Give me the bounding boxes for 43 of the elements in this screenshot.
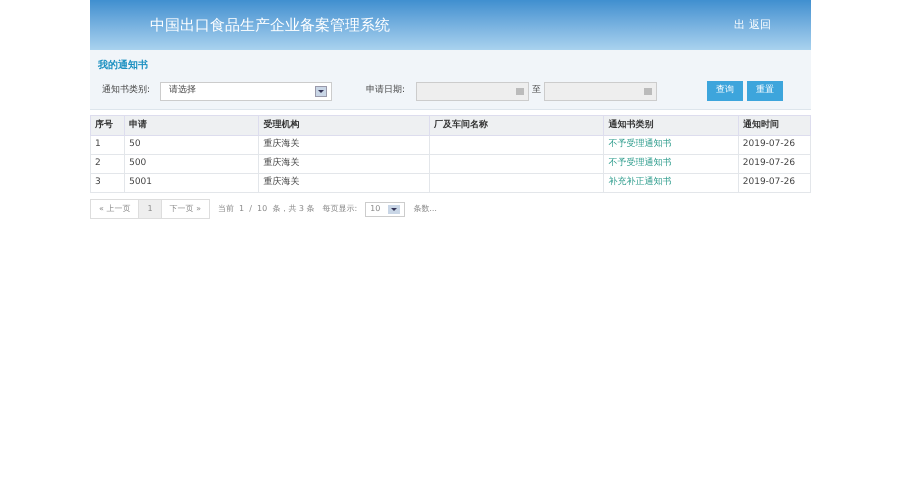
- table-cell: 3: [90, 174, 125, 192]
- date-label: 申请日期:: [366, 84, 406, 98]
- panel-title: 我的通知书: [98, 58, 149, 73]
- action-button[interactable]: 查询: [707, 81, 743, 101]
- column-header: 通知书类别: [604, 116, 738, 136]
- calendar-icon: [516, 88, 524, 94]
- per-page-select[interactable]: 10: [365, 202, 406, 216]
- table-cell: 2019-07-26: [738, 154, 810, 174]
- header-link[interactable]: 返回: [749, 16, 771, 34]
- table-cell[interactable]: 不予受理通知书: [604, 154, 738, 174]
- table-cell: 50: [124, 136, 259, 154]
- page-info: 当前 1 / 10 条，共 3 条: [218, 203, 314, 215]
- table-cell: 重庆海关: [258, 174, 430, 192]
- table-cell: 1: [90, 136, 125, 154]
- table-cell: 重庆海关: [258, 154, 430, 174]
- table-cell: 2019-07-26: [738, 174, 810, 192]
- table-cell: 2019-07-26: [738, 136, 810, 154]
- column-header: 受理机构: [258, 116, 430, 136]
- table-cell[interactable]: 不予受理通知书: [604, 136, 738, 154]
- dropdown-arrow-icon: [388, 204, 400, 214]
- table-cell: 500: [124, 154, 259, 174]
- start-date-field[interactable]: [416, 82, 529, 100]
- table-cell: 2: [90, 154, 125, 174]
- calendar-icon: [644, 88, 652, 94]
- end-date-field[interactable]: [544, 82, 657, 100]
- column-header: 申请: [124, 116, 259, 136]
- action-button[interactable]: 重置: [747, 81, 783, 101]
- system-title: 中国出口食品生产企业备案管理系统: [150, 14, 390, 36]
- column-header: 通知时间: [738, 116, 810, 136]
- next-page-link[interactable]: 下一页 »: [162, 200, 209, 218]
- per-page-label: 每页显示:: [322, 203, 358, 215]
- table-cell: 重庆海关: [258, 136, 430, 154]
- table-cell[interactable]: 补充补正通知书: [604, 174, 738, 192]
- header-link[interactable]: 出: [734, 16, 745, 34]
- type-label: 通知书类别:: [101, 84, 152, 98]
- column-header: 序号: [90, 116, 125, 136]
- prev-page-link[interactable]: « 上一页: [91, 200, 138, 218]
- column-header: 厂及车间名称: [429, 116, 604, 136]
- date-separator: 至: [532, 84, 541, 98]
- page-number[interactable]: 1: [138, 200, 162, 218]
- table-cell: 5001: [124, 174, 259, 192]
- page-size-suffix: 条数...: [413, 203, 437, 215]
- type-select[interactable]: 请选择: [160, 82, 332, 100]
